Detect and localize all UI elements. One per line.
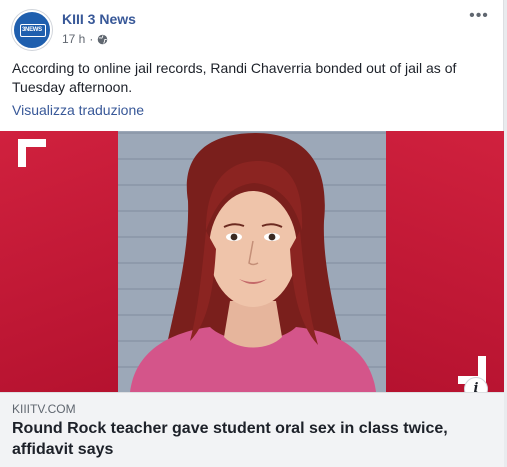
red-side-panel-left [0,131,118,392]
red-side-panel-right [386,131,504,392]
post-meta: 17 h · [62,32,108,46]
more-options-button[interactable]: ••• [467,8,491,28]
link-preview-card[interactable]: KIIITV.COM Round Rock teacher gave stude… [0,392,504,467]
globe-icon [98,34,108,44]
person-portrait-image [130,133,376,392]
mugshot-photo [118,131,386,392]
logo-text: 3NEWS [22,27,42,33]
post-header: 3NEWS KIII 3 News 17 h · ••• [12,8,491,50]
news-feed-post: 3NEWS KIII 3 News 17 h · ••• According t… [0,0,504,467]
link-preview-image[interactable]: i [0,131,504,392]
post-message: According to online jail records, Randi … [12,60,457,95]
corner-bracket-icon [18,139,46,167]
meta-separator: · [89,32,94,46]
link-title[interactable]: Round Rock teacher gave student oral sex… [12,418,482,460]
link-domain: KIIITV.COM [12,402,76,416]
page-name-link[interactable]: KIII 3 News [62,11,136,27]
see-translation-link[interactable]: Visualizza traduzione [12,102,144,118]
post-timestamp[interactable]: 17 h [62,32,85,46]
page-avatar[interactable]: 3NEWS [12,10,52,50]
